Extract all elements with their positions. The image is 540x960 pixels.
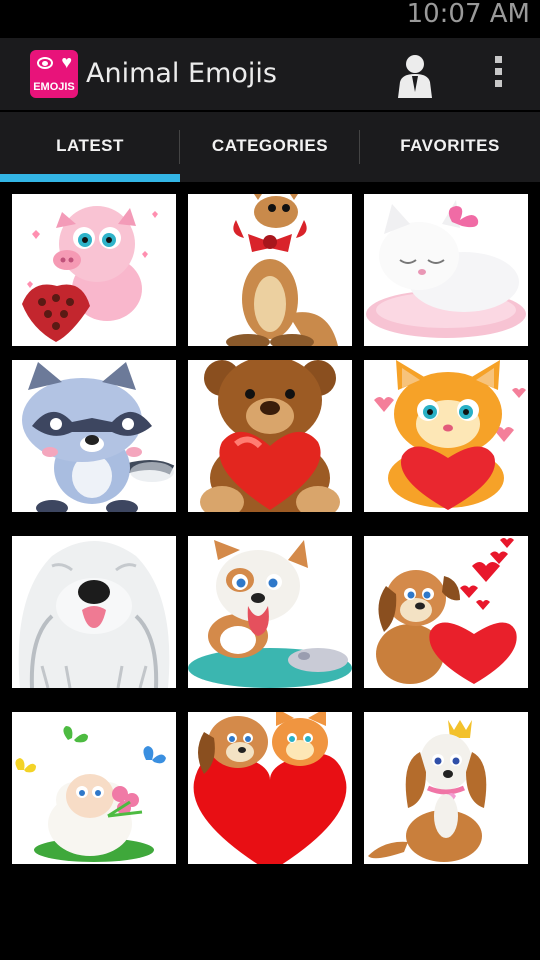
teddy-bear-with-heart-icon[interactable] <box>188 360 352 512</box>
overflow-menu-icon[interactable] <box>487 56 509 94</box>
puppy-and-kitten-on-heart-icon[interactable] <box>188 712 352 864</box>
status-bar: 10:07 AM <box>0 0 540 38</box>
action-bar: ♥ EMOJIS Animal Emojis <box>0 38 540 110</box>
heart-icon: ♥ <box>61 52 72 72</box>
sleeping-white-kitten-icon[interactable] <box>364 194 528 346</box>
app-logo-icon: ♥ EMOJIS <box>30 50 78 98</box>
status-time: 10:07 AM <box>406 0 530 29</box>
kangaroo-with-bow-icon[interactable] <box>188 194 352 346</box>
tab-latest[interactable]: LATEST <box>0 112 180 182</box>
spaniel-with-crown-icon[interactable] <box>364 712 528 864</box>
tab-categories[interactable]: CATEGORIES <box>180 112 360 182</box>
raccoon-icon[interactable] <box>12 360 176 512</box>
pig-with-heart-chocolates-icon[interactable] <box>12 194 176 346</box>
tab-bar: LATEST CATEGORIES FAVORITES <box>0 110 540 182</box>
eye-icon <box>37 57 53 69</box>
puppy-with-heart-balloons-icon[interactable] <box>364 536 528 688</box>
puppy-with-mouse-icon[interactable] <box>188 536 352 688</box>
app-title: Animal Emojis <box>86 58 277 89</box>
kitten-with-heart-icon[interactable] <box>364 360 528 512</box>
tab-favorites[interactable]: FAVORITES <box>360 112 540 182</box>
sheep-with-butterflies-icon[interactable] <box>12 712 176 864</box>
selected-tab-indicator <box>0 174 180 182</box>
sheepdog-icon[interactable] <box>12 536 176 688</box>
account-icon[interactable] <box>396 52 434 98</box>
app-logo-text: EMOJIS <box>33 81 75 93</box>
